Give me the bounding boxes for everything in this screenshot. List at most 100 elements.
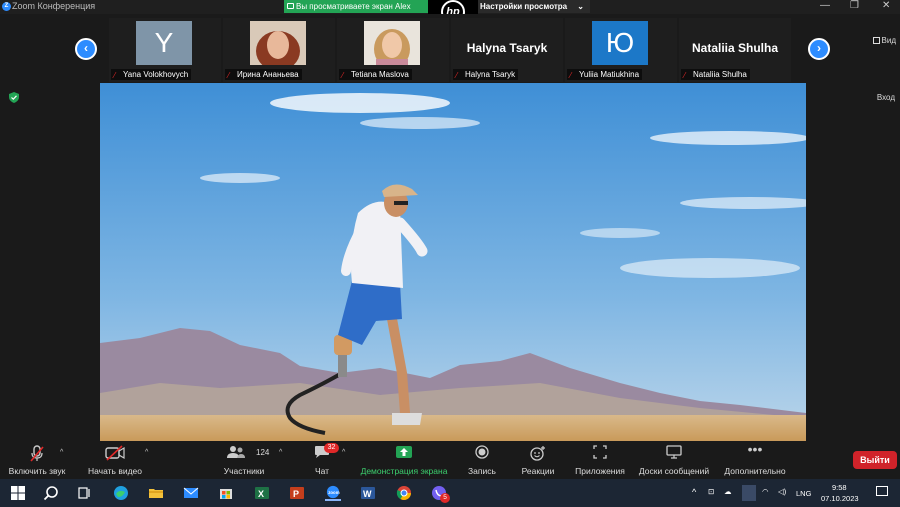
participant-name-label: ⁄ Yana Volokhovych (111, 69, 192, 80)
excel-icon[interactable]: X (254, 485, 270, 501)
gallery-prev-button[interactable]: ‹ (75, 38, 97, 60)
task-view-icon[interactable] (77, 485, 93, 501)
participant-name-label: ⁄ Halyna Tsaryk (453, 69, 519, 80)
whiteboards-label: Доски сообщений (638, 466, 710, 476)
svg-text:X: X (258, 489, 264, 499)
onedrive-icon[interactable]: ☁ (724, 487, 732, 496)
share-banner-text: Вы просматриваете экран Alex (296, 2, 411, 11)
language-indicator[interactable]: LNG (796, 489, 811, 498)
whiteboards-button[interactable]: Доски сообщений (634, 441, 714, 479)
pen-icon[interactable] (742, 485, 756, 501)
avatar (364, 21, 420, 69)
wifi-icon[interactable]: ◠ (762, 487, 769, 496)
participants-button[interactable]: 124 Участники (216, 441, 272, 479)
zoom-logo-icon: Z (2, 2, 11, 11)
clock-time[interactable]: 9:58 (832, 483, 847, 492)
viber-icon[interactable]: 5 (431, 485, 450, 503)
participant-gallery: ‹ Y ⁄ Yana Volokhovych ⁄ Ирина Ананьева ⁄ T… (0, 14, 900, 82)
participants-caret-icon[interactable]: ^ (279, 449, 282, 456)
powerpoint-icon[interactable]: P (289, 485, 305, 501)
participant-tile[interactable]: ⁄ Tetiana Maslova (337, 18, 449, 82)
svg-text:P: P (293, 489, 299, 499)
chrome-icon[interactable] (396, 485, 412, 501)
whiteboard-icon (666, 445, 682, 459)
exit-label[interactable]: Вход (877, 93, 895, 102)
viber-badge: 5 (440, 493, 450, 503)
system-tray: ^ ⊡ ☁ ◠ ◁) LNG 9:58 07.10.2023 (690, 479, 900, 507)
leave-button[interactable]: Выйти (853, 451, 897, 469)
video-options-caret-icon[interactable]: ^ (145, 449, 148, 456)
share-screen-label: Демонстрация экрана (360, 466, 448, 476)
start-video-button[interactable]: Начать видео (82, 441, 148, 479)
clock-date[interactable]: 07.10.2023 (821, 494, 859, 503)
store-icon[interactable] (218, 485, 234, 501)
participant-tile[interactable]: Nataliia Shulha ⁄ Nataliia Shulha (679, 18, 791, 82)
view-settings-label: Настройки просмотра (480, 2, 568, 11)
participant-tile[interactable]: Halyna Tsaryk ⁄ Halyna Tsaryk (451, 18, 563, 82)
minimize-icon[interactable]: — (820, 0, 830, 11)
avatar: Ю (592, 21, 648, 65)
edge-browser-icon[interactable] (113, 485, 129, 501)
zoom-app-icon[interactable]: zoom (325, 485, 341, 501)
grid-icon (872, 37, 880, 44)
participants-count: 124 (256, 448, 270, 457)
more-button[interactable]: ••• Дополнительно (718, 441, 792, 479)
screen-share-icon (287, 3, 294, 9)
mic-muted-icon: ⁄ (456, 71, 458, 80)
file-explorer-icon[interactable] (148, 485, 164, 501)
search-icon[interactable] (43, 485, 59, 501)
network-icon[interactable]: ⊡ (708, 487, 714, 496)
svg-text:zoom: zoom (328, 490, 340, 495)
participant-tile[interactable]: Ю ⁄ Yuliia Matiukhina (565, 18, 677, 82)
chat-button[interactable]: 32 Чат (300, 441, 344, 479)
more-label: Дополнительно (724, 466, 786, 476)
close-icon[interactable]: ✕ (882, 0, 890, 11)
chat-label: Чат (314, 466, 330, 476)
gallery-next-button[interactable]: › (808, 38, 830, 60)
mic-muted-icon: ⁄ (114, 71, 116, 80)
notifications-icon[interactable] (876, 486, 888, 496)
audio-options-caret-icon[interactable]: ^ (60, 449, 63, 456)
record-button[interactable]: Запись (460, 441, 504, 479)
mic-muted-icon (30, 445, 44, 462)
apps-icon (593, 445, 607, 459)
participant-name-display: Halyna Tsaryk (466, 41, 548, 55)
mail-icon[interactable] (183, 485, 199, 501)
windows-taskbar: X P zoom W 5 ^ ⊡ ☁ ◠ ◁) LNG 9:58 07.10.2… (0, 479, 900, 507)
apps-button[interactable]: Приложения (570, 441, 630, 479)
more-dots-icon: ••• (747, 441, 763, 457)
chevron-down-icon: ⌄ (577, 2, 584, 11)
chat-badge: 32 (324, 443, 339, 453)
reactions-button[interactable]: Реакции (516, 441, 560, 479)
meeting-toolbar: Включить звук ^ Начать видео ^ 124 Участ… (0, 441, 900, 479)
shared-screen (100, 83, 806, 441)
mic-muted-icon: ⁄ (570, 71, 572, 80)
volume-icon[interactable]: ◁) (778, 487, 786, 496)
apps-label: Приложения (575, 466, 625, 476)
svg-text:W: W (363, 489, 372, 499)
avatar (250, 21, 306, 71)
avatar: Y (136, 21, 192, 65)
view-button[interactable]: Вид (872, 36, 896, 45)
view-settings-button[interactable]: Настройки просмотра ⌄ (478, 0, 590, 13)
participants-icon (227, 446, 245, 458)
maximize-icon[interactable]: ❐ (850, 0, 859, 11)
chat-caret-icon[interactable]: ^ (342, 449, 345, 456)
participant-name-label: ⁄ Nataliia Shulha (681, 69, 750, 80)
security-shield-icon[interactable] (9, 92, 19, 103)
share-screen-button[interactable]: Демонстрация экрана (356, 441, 452, 479)
video-off-icon (105, 445, 125, 461)
chevron-up-icon[interactable]: ^ (692, 487, 696, 497)
unmute-button[interactable]: Включить звук (0, 441, 74, 479)
shared-screen-image (100, 83, 806, 441)
word-icon[interactable]: W (360, 485, 376, 501)
mic-muted-icon: ⁄ (684, 71, 686, 80)
participant-tile[interactable]: ⁄ Ирина Ананьева (223, 18, 335, 82)
start-video-label: Начать видео (87, 466, 142, 476)
app-title: Zoom Конференция (12, 1, 96, 11)
mic-muted-icon: ⁄ (342, 71, 344, 80)
participant-tile[interactable]: Y ⁄ Yana Volokhovych (109, 18, 221, 82)
participant-name-label: ⁄ Yuliia Matiukhina (567, 69, 643, 80)
windows-start-icon[interactable] (10, 485, 26, 501)
share-screen-icon (396, 446, 412, 458)
